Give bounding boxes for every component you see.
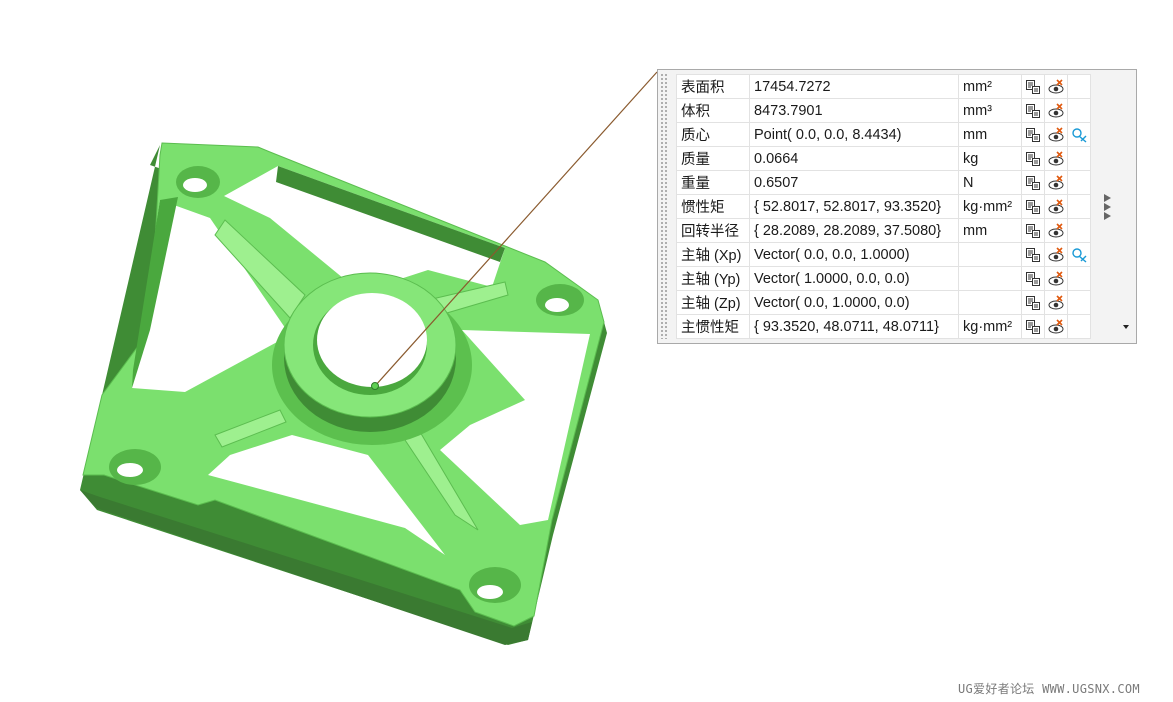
property-name: 质心 — [676, 122, 750, 147]
export-to-expression-icon[interactable] — [1021, 74, 1045, 99]
toggle-visibility-icon[interactable] — [1044, 98, 1068, 123]
property-value[interactable]: 0.6507 — [749, 170, 959, 195]
property-name: 主轴 (Yp) — [676, 266, 750, 291]
hub-hole — [317, 293, 427, 387]
empty-icon-cell — [1067, 170, 1091, 195]
properties-table: 表面积 17454.7272 mm² 体积 8473.7901 mm³ 质心 Point( 0… — [676, 74, 1091, 339]
measure-properties-panel[interactable]: 表面积 17454.7272 mm² 体积 8473.7901 mm³ 质心 Point( 0… — [657, 69, 1137, 344]
property-row[interactable]: 主轴 (Yp) Vector( 1.0000, 0.0, 0.0) — [676, 266, 1091, 291]
property-name: 惯性矩 — [676, 194, 750, 219]
toggle-visibility-icon[interactable] — [1044, 74, 1068, 99]
empty-icon-cell — [1067, 194, 1091, 219]
property-unit[interactable] — [958, 242, 1022, 267]
export-to-expression-icon[interactable] — [1021, 170, 1045, 195]
property-row[interactable]: 质量 0.0664 kg — [676, 146, 1091, 171]
property-name: 回转半径 — [676, 218, 750, 243]
expand-arrows-icon[interactable] — [1104, 194, 1116, 221]
export-to-expression-icon[interactable] — [1021, 290, 1045, 315]
mounting-hole — [117, 463, 143, 477]
property-row[interactable]: 质心 Point( 0.0, 0.0, 8.4434) mm — [676, 122, 1091, 147]
export-to-expression-icon[interactable] — [1021, 266, 1045, 291]
toggle-visibility-icon[interactable] — [1044, 122, 1068, 147]
empty-icon-cell — [1067, 266, 1091, 291]
export-to-expression-icon[interactable] — [1021, 98, 1045, 123]
mounting-hole — [545, 298, 569, 312]
property-row[interactable]: 表面积 17454.7272 mm² — [676, 74, 1091, 99]
property-unit[interactable]: kg — [958, 146, 1022, 171]
property-value[interactable]: { 28.2089, 28.2089, 37.5080} — [749, 218, 959, 243]
property-row[interactable]: 体积 8473.7901 mm³ — [676, 98, 1091, 123]
toggle-visibility-icon[interactable] — [1044, 314, 1068, 339]
property-value[interactable]: 0.0664 — [749, 146, 959, 171]
toggle-visibility-icon[interactable] — [1044, 242, 1068, 267]
property-row[interactable]: 回转半径{ 28.2089, 28.2089, 37.5080} mm — [676, 218, 1091, 243]
property-unit[interactable]: kg·mm² — [958, 194, 1022, 219]
export-to-expression-icon[interactable] — [1021, 146, 1045, 171]
property-unit[interactable] — [958, 290, 1022, 315]
property-unit[interactable] — [958, 266, 1022, 291]
panel-drag-handle[interactable] — [660, 73, 668, 339]
property-row[interactable]: 主轴 (Xp) Vector( 0.0, 0.0, 1.0000) — [676, 242, 1091, 267]
property-name: 表面积 — [676, 74, 750, 99]
property-value[interactable]: Vector( 0.0, 1.0000, 0.0) — [749, 290, 959, 315]
property-name: 主惯性矩 — [676, 314, 750, 339]
property-name: 主轴 (Zp) — [676, 290, 750, 315]
bracket-model[interactable] — [80, 142, 607, 645]
toggle-visibility-icon[interactable] — [1044, 266, 1068, 291]
empty-icon-cell — [1067, 314, 1091, 339]
property-name: 体积 — [676, 98, 750, 123]
property-row[interactable]: 重量 0.6507 N — [676, 170, 1091, 195]
toggle-visibility-icon[interactable] — [1044, 290, 1068, 315]
property-value[interactable]: 8473.7901 — [749, 98, 959, 123]
property-value[interactable]: 17454.7272 — [749, 74, 959, 99]
mounting-hole — [183, 178, 207, 192]
export-to-expression-icon[interactable] — [1021, 194, 1045, 219]
property-value[interactable]: Vector( 0.0, 0.0, 1.0000) — [749, 242, 959, 267]
property-unit[interactable]: mm² — [958, 74, 1022, 99]
mounting-hole — [477, 585, 503, 599]
empty-icon-cell — [1067, 218, 1091, 243]
empty-icon-cell — [1067, 290, 1091, 315]
export-to-expression-icon[interactable] — [1021, 242, 1045, 267]
show-coordinate-icon[interactable] — [1067, 122, 1091, 147]
property-value[interactable]: Point( 0.0, 0.0, 8.4434) — [749, 122, 959, 147]
property-row[interactable]: 主惯性矩{ 93.3520, 48.0711, 48.0711} kg·mm² — [676, 314, 1091, 339]
toggle-visibility-icon[interactable] — [1044, 194, 1068, 219]
property-value[interactable]: Vector( 1.0000, 0.0, 0.0) — [749, 266, 959, 291]
property-unit[interactable]: kg·mm² — [958, 314, 1022, 339]
toggle-visibility-icon[interactable] — [1044, 218, 1068, 243]
property-unit[interactable]: mm — [958, 218, 1022, 243]
watermark-text: UG爱好者论坛 WWW.UGSNX.COM — [958, 682, 1140, 696]
property-row[interactable]: 惯性矩{ 52.8017, 52.8017, 93.3520} kg·mm² — [676, 194, 1091, 219]
show-coordinate-icon[interactable] — [1067, 242, 1091, 267]
property-name: 重量 — [676, 170, 750, 195]
export-to-expression-icon[interactable] — [1021, 122, 1045, 147]
empty-icon-cell — [1067, 146, 1091, 171]
toggle-visibility-icon[interactable] — [1044, 146, 1068, 171]
property-name: 主轴 (Xp) — [676, 242, 750, 267]
export-to-expression-icon[interactable] — [1021, 314, 1045, 339]
dropdown-arrow-icon[interactable] — [1123, 325, 1129, 329]
property-row[interactable]: 主轴 (Zp) Vector( 0.0, 1.0000, 0.0) — [676, 290, 1091, 315]
property-unit[interactable]: N — [958, 170, 1022, 195]
property-value[interactable]: { 93.3520, 48.0711, 48.0711} — [749, 314, 959, 339]
empty-icon-cell — [1067, 74, 1091, 99]
property-unit[interactable]: mm³ — [958, 98, 1022, 123]
property-value[interactable]: { 52.8017, 52.8017, 93.3520} — [749, 194, 959, 219]
export-to-expression-icon[interactable] — [1021, 218, 1045, 243]
property-unit[interactable]: mm — [958, 122, 1022, 147]
toggle-visibility-icon[interactable] — [1044, 170, 1068, 195]
center-of-mass-marker[interactable] — [371, 382, 379, 390]
property-name: 质量 — [676, 146, 750, 171]
empty-icon-cell — [1067, 98, 1091, 123]
